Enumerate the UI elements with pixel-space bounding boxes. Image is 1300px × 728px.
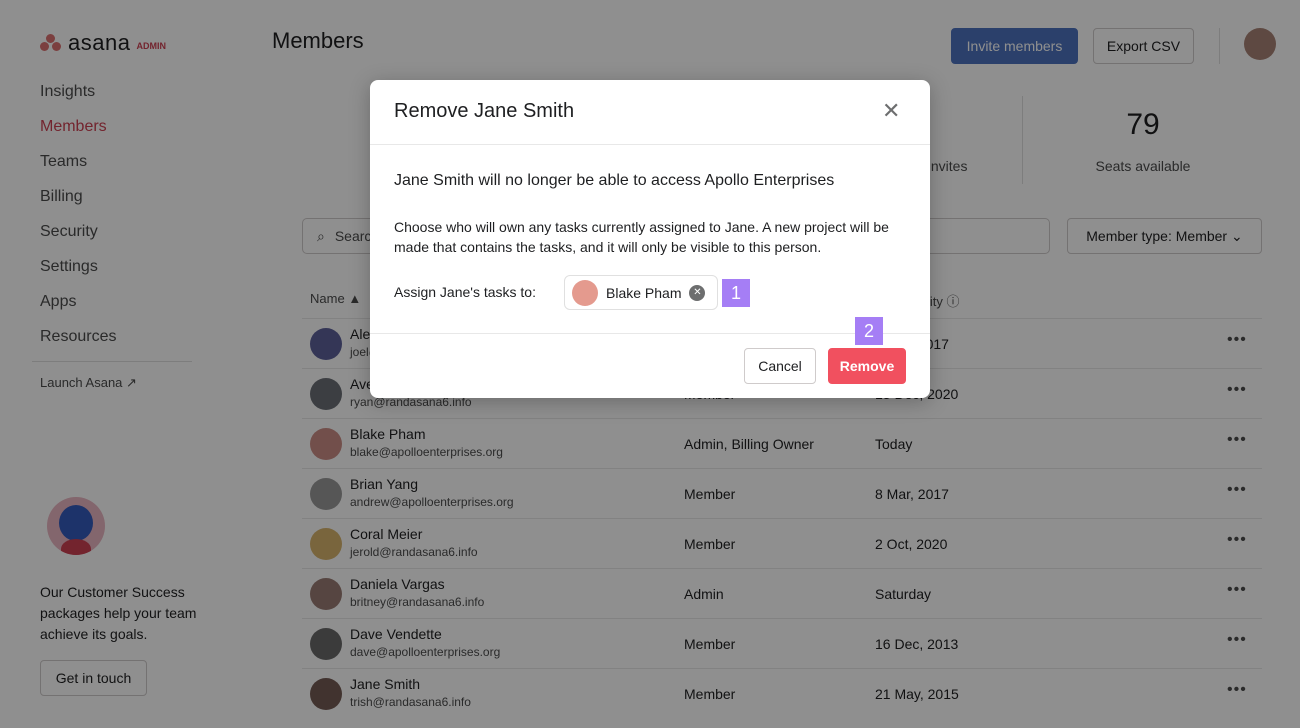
more-options-icon[interactable]: ••• <box>1227 481 1247 499</box>
chevron-down-icon: ⌄ <box>1230 227 1243 244</box>
annotation-badge-2: 2 <box>855 317 883 345</box>
export-csv-button[interactable]: Export CSV <box>1093 28 1194 64</box>
sidebar-item-members[interactable]: Members <box>40 115 116 150</box>
dialog-header-divider <box>370 144 930 145</box>
seats-available-label: Seats available <box>1095 158 1191 174</box>
search-icon: ⌕ <box>317 227 325 244</box>
member-name: Blake Pham <box>350 426 426 442</box>
assignee-name: Blake Pham <box>606 284 682 301</box>
sidebar-item-billing[interactable]: Billing <box>40 185 116 220</box>
more-options-icon[interactable]: ••• <box>1227 381 1247 399</box>
member-name: Jane Smith <box>350 676 421 692</box>
sidebar-nav: Insights Members Teams Billing Security … <box>40 80 116 360</box>
promo-text: Our Customer Success packages help your … <box>40 584 197 642</box>
member-avatar <box>310 478 342 510</box>
member-avatar <box>310 628 342 660</box>
member-role: Member <box>684 486 736 502</box>
member-role: Admin, Billing Owner <box>684 436 814 452</box>
member-email: dave@apolloenterprises.org <box>350 645 501 659</box>
page-title: Members <box>272 28 364 53</box>
stats-divider <box>1022 96 1023 184</box>
annotation-badge-1: 1 <box>722 279 750 307</box>
member-role: Admin <box>684 586 724 602</box>
assign-label: Assign Jane's tasks to: <box>394 284 536 300</box>
member-avatar <box>310 578 342 610</box>
header-divider <box>1219 28 1220 64</box>
dialog-lead: Jane Smith will no longer be able to acc… <box>394 172 835 189</box>
asana-logo-icon <box>40 34 62 52</box>
name-column-header[interactable]: Name ▲ <box>310 291 361 306</box>
user-avatar[interactable] <box>1244 28 1276 60</box>
member-email: andrew@apolloenterprises.org <box>350 495 514 509</box>
member-email: britney@randasana6.info <box>350 595 485 609</box>
assignee-token[interactable]: Blake Pham ✕ <box>564 275 718 310</box>
member-last-activity: Today <box>875 436 913 452</box>
sidebar-item-settings[interactable]: Settings <box>40 255 116 290</box>
filter-label: Member type: Member <box>1086 228 1228 244</box>
external-link-icon: ↗ <box>126 375 137 390</box>
sidebar-item-resources[interactable]: Resources <box>40 325 116 360</box>
member-avatar <box>310 328 342 360</box>
member-role: Member <box>684 686 736 702</box>
member-avatar <box>310 678 342 710</box>
dialog-footer-divider <box>370 333 930 334</box>
more-options-icon[interactable]: ••• <box>1227 331 1247 349</box>
member-name: Brian Yang <box>350 476 418 492</box>
member-name: Daniela Vargas <box>350 576 445 592</box>
remove-button[interactable]: Remove <box>828 348 906 384</box>
sidebar-item-insights[interactable]: Insights <box>40 80 116 115</box>
close-icon[interactable]: ✕ <box>882 98 900 124</box>
table-row[interactable]: Dave Vendette dave@apolloenterprises.org… <box>302 618 1262 668</box>
launch-asana-link[interactable]: Launch Asana ↗ <box>40 375 137 391</box>
member-name: Dave Vendette <box>350 626 442 642</box>
more-options-icon[interactable]: ••• <box>1227 531 1247 549</box>
member-avatar <box>310 378 342 410</box>
table-row[interactable]: Coral Meier jerold@randasana6.info Membe… <box>302 518 1262 568</box>
info-icon: ⓘ <box>946 294 960 309</box>
member-last-activity: 21 May, 2015 <box>875 686 959 702</box>
member-role: Member <box>684 536 736 552</box>
sidebar-divider <box>32 361 192 362</box>
sort-asc-icon: ▲ <box>348 291 362 306</box>
get-in-touch-button[interactable]: Get in touch <box>40 660 147 696</box>
member-last-activity: 16 Dec, 2013 <box>875 636 959 652</box>
member-avatar <box>310 428 342 460</box>
member-type-filter[interactable]: Member type: Member ⌄ <box>1067 218 1262 254</box>
table-row[interactable]: Brian Yang andrew@apolloenterprises.org … <box>302 468 1262 518</box>
member-last-activity: Saturday <box>875 586 932 602</box>
sidebar-item-security[interactable]: Security <box>40 220 116 255</box>
more-options-icon[interactable]: ••• <box>1227 681 1247 699</box>
remove-member-dialog: Remove Jane Smith ✕ Jane Smith will no l… <box>370 80 930 398</box>
table-row[interactable]: Daniela Vargas britney@randasana6.info A… <box>302 568 1262 618</box>
assignee-avatar <box>572 279 598 306</box>
member-last-activity: 8 Mar, 2017 <box>875 486 949 502</box>
member-avatar <box>310 528 342 560</box>
member-email: trish@randasana6.info <box>350 695 471 709</box>
dialog-body: Choose who will own any tasks currently … <box>394 219 889 255</box>
launch-label: Launch Asana <box>40 375 123 390</box>
sidebar-item-teams[interactable]: Teams <box>40 150 116 185</box>
member-last-activity: 2 Oct, 2020 <box>875 536 948 552</box>
more-options-icon[interactable]: ••• <box>1227 581 1247 599</box>
member-role: Member <box>684 636 736 652</box>
dialog-title: Remove Jane Smith <box>394 100 575 122</box>
table-row[interactable]: Blake Pham blake@apolloenterprises.org A… <box>302 418 1262 468</box>
invite-members-button[interactable]: Invite members <box>951 28 1078 64</box>
customer-success-illustration <box>47 497 105 555</box>
sidebar-item-apps[interactable]: Apps <box>40 290 116 325</box>
seats-available-value: 79 <box>1126 108 1160 141</box>
table-row[interactable]: Jane Smith trish@randasana6.info Member … <box>302 668 1262 718</box>
name-header-label: Name <box>310 291 345 306</box>
remove-assignee-icon[interactable]: ✕ <box>689 284 706 301</box>
more-options-icon[interactable]: ••• <box>1227 431 1247 449</box>
cancel-button[interactable]: Cancel <box>744 348 816 384</box>
brand-name: asana <box>68 30 131 55</box>
brand-tag: ADMIN <box>136 41 166 51</box>
member-name: Coral Meier <box>350 526 423 542</box>
more-options-icon[interactable]: ••• <box>1227 631 1247 649</box>
member-email: jerold@randasana6.info <box>350 545 478 559</box>
asana-logo[interactable]: asana ADMIN <box>40 30 166 56</box>
member-email: blake@apolloenterprises.org <box>350 445 503 459</box>
